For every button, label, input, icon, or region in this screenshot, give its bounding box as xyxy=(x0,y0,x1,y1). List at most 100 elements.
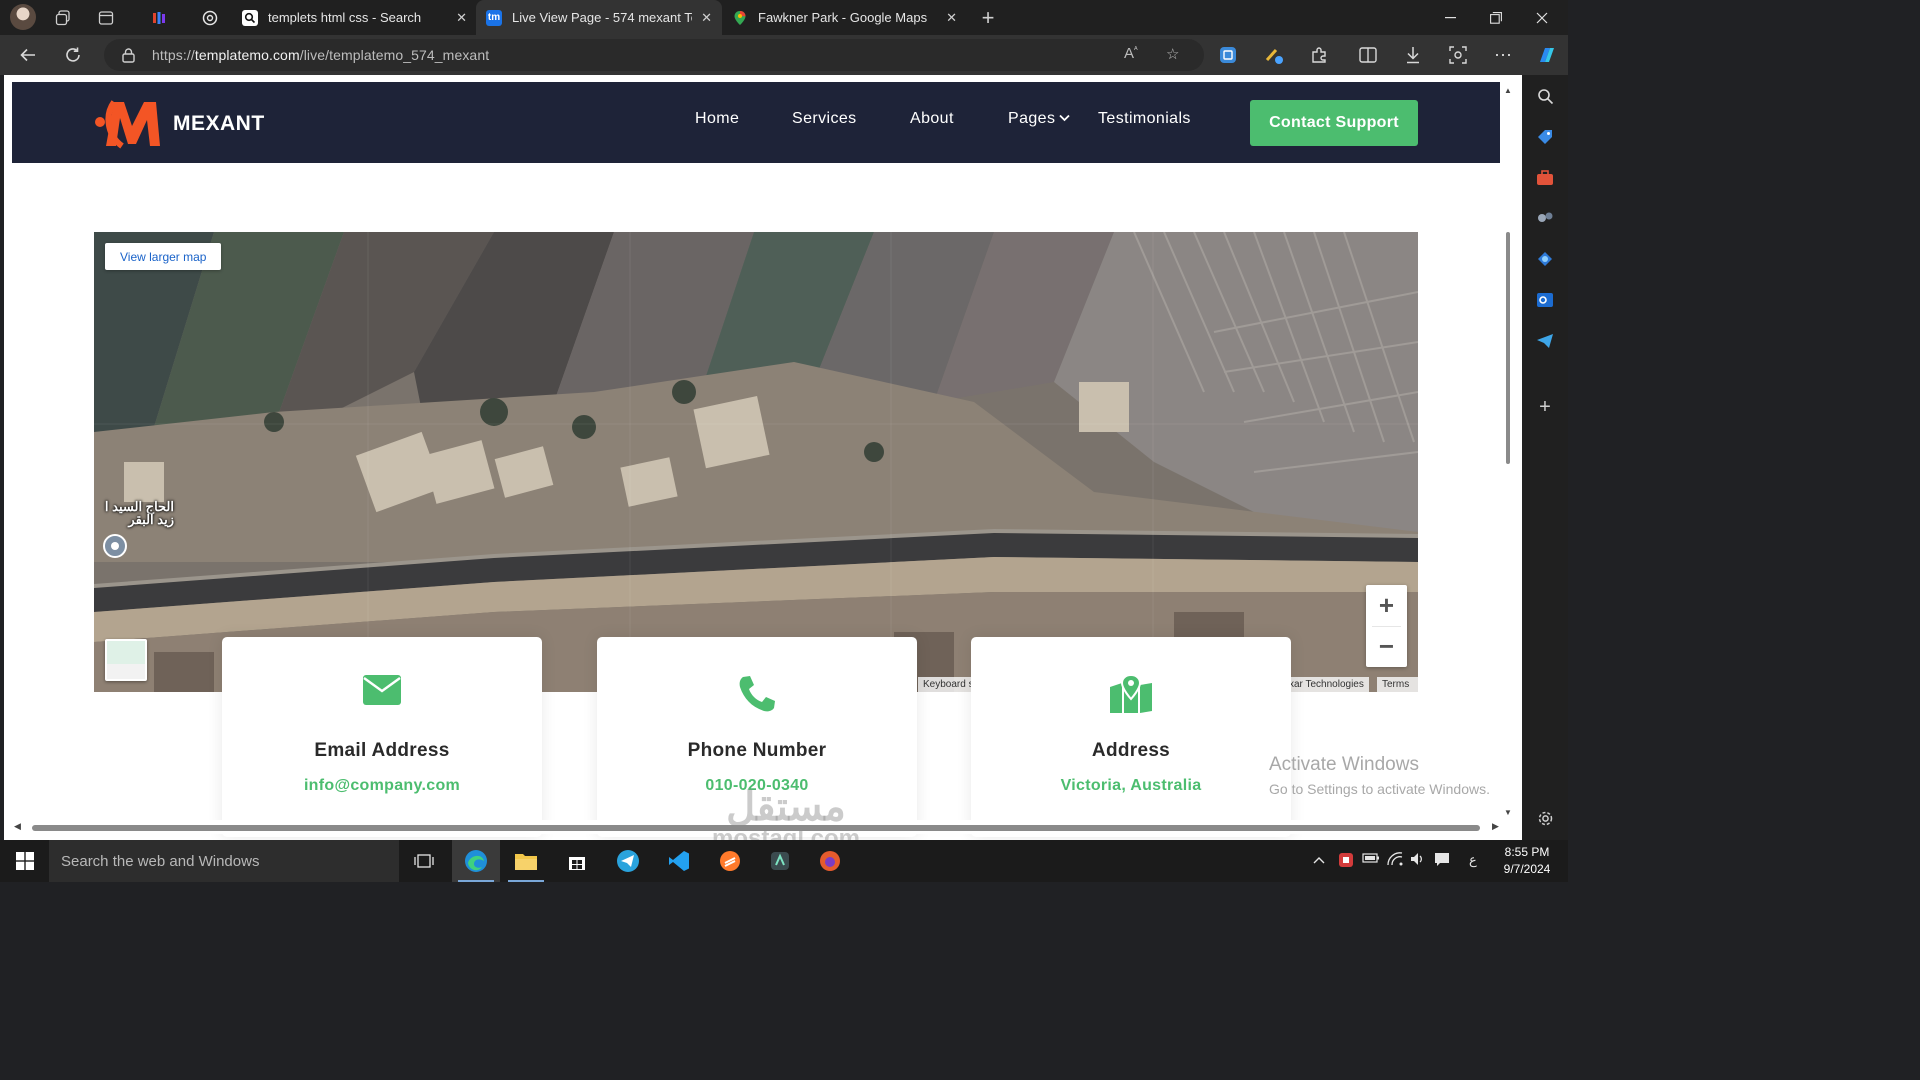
activate-title: Activate Windows xyxy=(1269,754,1419,775)
email-link[interactable]: info@company.com xyxy=(222,777,542,795)
notifications-icon[interactable] xyxy=(1434,852,1450,871)
taskbar-vscode-icon[interactable] xyxy=(655,840,703,882)
close-window-icon[interactable] xyxy=(1519,0,1565,35)
minimize-icon[interactable] xyxy=(1427,0,1473,35)
embedded-map[interactable]: View larger map الحاج السيد ا زيد البقر … xyxy=(94,232,1418,692)
taskbar-app-icon[interactable] xyxy=(756,840,804,882)
more-options-icon[interactable]: ⋯ xyxy=(1489,42,1517,68)
volume-icon[interactable] xyxy=(1410,852,1426,869)
taskbar-clock[interactable]: 8:55 PM 9/7/2024 xyxy=(1488,844,1566,878)
brand-name[interactable]: MEXANT xyxy=(173,112,265,136)
nav-pages-label: Pages xyxy=(1008,110,1056,127)
envelope-icon xyxy=(222,675,542,715)
back-icon[interactable] xyxy=(14,42,42,68)
favorite-star-icon[interactable]: ☆ xyxy=(1166,45,1179,63)
new-tab-icon[interactable]: + xyxy=(975,5,1001,31)
workspaces-icon[interactable] xyxy=(50,5,76,31)
map-marker-icon xyxy=(971,675,1291,715)
tab-title: Live View Page - 574 mexant Tem xyxy=(512,10,692,25)
map-place-label[interactable]: الحاج السيد ا زيد البقر xyxy=(94,500,174,526)
lock-icon[interactable] xyxy=(122,48,136,63)
close-tab-icon[interactable]: ✕ xyxy=(701,10,712,26)
contact-support-button[interactable]: Contact Support xyxy=(1250,100,1418,146)
card-title: Address xyxy=(1091,740,1171,761)
extensions-puzzle-icon[interactable] xyxy=(1305,42,1333,68)
close-tab-icon[interactable]: ✕ xyxy=(456,10,467,26)
tray-show-hidden-icon[interactable] xyxy=(1313,852,1325,867)
tab-search[interactable]: templets html css - Search ✕ xyxy=(232,0,477,35)
tools-briefcase-icon[interactable] xyxy=(1535,168,1555,188)
taskbar-sublime-icon[interactable] xyxy=(706,840,754,882)
extension-translate-icon[interactable] xyxy=(1214,42,1242,68)
split-screen-icon[interactable] xyxy=(1354,42,1382,68)
scroll-up-arrow-icon[interactable]: ▲ xyxy=(1504,86,1512,95)
taskbar-firefox-icon[interactable] xyxy=(806,840,854,882)
keyboard-shortcuts-link[interactable]: Keyboard s xyxy=(918,677,979,692)
windows-taskbar: Search the web and Windows ع 8:55 PM 9/7… xyxy=(0,840,1568,882)
edge-sidebar: + xyxy=(1522,75,1568,840)
sidebar-settings-gear-icon[interactable] xyxy=(1535,808,1555,828)
tray-app-icon[interactable] xyxy=(1338,852,1354,871)
taskbar-store-icon[interactable] xyxy=(553,840,601,882)
screenshot-icon[interactable] xyxy=(1444,42,1472,68)
taskbar-telegram-icon[interactable] xyxy=(604,840,652,882)
scroll-right-arrow-icon[interactable]: ▶ xyxy=(1492,821,1499,832)
card-title: Phone Number xyxy=(687,740,827,761)
copilot-icon[interactable] xyxy=(1533,42,1561,68)
search-icon[interactable] xyxy=(1535,86,1555,106)
browser-toolbar: https://templatemo.com/live/templatemo_5… xyxy=(0,35,1568,75)
profile-avatar[interactable] xyxy=(10,4,36,30)
vertical-scrollbar[interactable]: ▲ ▼ xyxy=(1502,82,1514,830)
restore-icon[interactable] xyxy=(1473,0,1519,35)
copilot-sidebar-icon[interactable] xyxy=(1535,249,1555,269)
nav-pages[interactable]: Pages xyxy=(1008,110,1071,128)
scroll-down-arrow-icon[interactable]: ▼ xyxy=(1504,808,1512,817)
zoom-out-icon[interactable]: − xyxy=(1366,626,1407,667)
close-tab-icon[interactable]: ✕ xyxy=(946,10,957,26)
taskbar-file-explorer-icon[interactable] xyxy=(502,840,550,882)
pinned-tab-colorful-icon[interactable] xyxy=(146,5,172,31)
downloads-icon[interactable] xyxy=(1399,42,1427,68)
refresh-icon[interactable] xyxy=(59,42,87,68)
taskbar-edge-icon[interactable] xyxy=(452,840,500,882)
send-telegram-icon[interactable] xyxy=(1535,331,1555,351)
mexant-logo-icon[interactable] xyxy=(94,96,164,152)
scroll-left-arrow-icon[interactable]: ◀ xyxy=(14,821,21,832)
taskbar-search-box[interactable]: Search the web and Windows xyxy=(49,840,399,882)
address-bar[interactable]: https://templatemo.com/live/templatemo_5… xyxy=(104,39,1204,71)
tab-title: templets html css - Search xyxy=(268,10,422,25)
nav-home[interactable]: Home xyxy=(695,110,739,128)
scrollbar-thumb[interactable] xyxy=(1506,232,1510,464)
windows-start-icon[interactable] xyxy=(0,840,49,882)
extension-color-icon[interactable] xyxy=(1260,42,1288,68)
tab-google-maps[interactable]: Fawkner Park - Google Maps ✕ xyxy=(722,0,967,35)
map-terms-link[interactable]: Terms xyxy=(1377,677,1418,692)
view-larger-map-link[interactable]: View larger map xyxy=(105,243,222,270)
activate-subtitle: Go to Settings to activate Windows. xyxy=(1269,781,1490,797)
task-view-icon[interactable] xyxy=(400,840,448,882)
map-zoom-control: + − xyxy=(1366,585,1407,667)
site-header: MEXANT Home Services About Pages Testimo… xyxy=(12,82,1500,163)
card-title: Email Address xyxy=(314,740,450,761)
nav-about[interactable]: About xyxy=(910,110,954,128)
satellite-imagery[interactable] xyxy=(94,232,1418,692)
add-sidebar-app-icon[interactable]: + xyxy=(1535,396,1555,418)
address-link[interactable]: Victoria, Australia xyxy=(971,777,1291,795)
pinned-tab-chatgpt-icon[interactable] xyxy=(197,5,223,31)
shopping-tag-icon[interactable] xyxy=(1535,127,1555,147)
zoom-in-icon[interactable]: + xyxy=(1366,585,1407,626)
map-pin-icon[interactable] xyxy=(103,534,127,558)
nav-testimonials[interactable]: Testimonials xyxy=(1098,110,1191,128)
nav-services[interactable]: Services xyxy=(792,110,857,128)
activate-windows-notice: Activate Windows Go to Settings to activ… xyxy=(1269,754,1490,797)
vertical-tabs-icon[interactable] xyxy=(93,5,119,31)
outlook-icon[interactable] xyxy=(1535,290,1555,310)
read-aloud-icon[interactable]: Aᴬ xyxy=(1124,45,1138,62)
battery-icon[interactable] xyxy=(1362,852,1380,867)
tab-live-view[interactable]: tm Live View Page - 574 mexant Tem ✕ xyxy=(476,0,722,35)
wifi-icon[interactable] xyxy=(1387,852,1403,869)
input-language[interactable]: ع xyxy=(1469,852,1477,868)
map-layer-toggle[interactable] xyxy=(105,639,147,681)
games-icon[interactable] xyxy=(1535,208,1555,228)
active-indicator xyxy=(458,880,494,882)
